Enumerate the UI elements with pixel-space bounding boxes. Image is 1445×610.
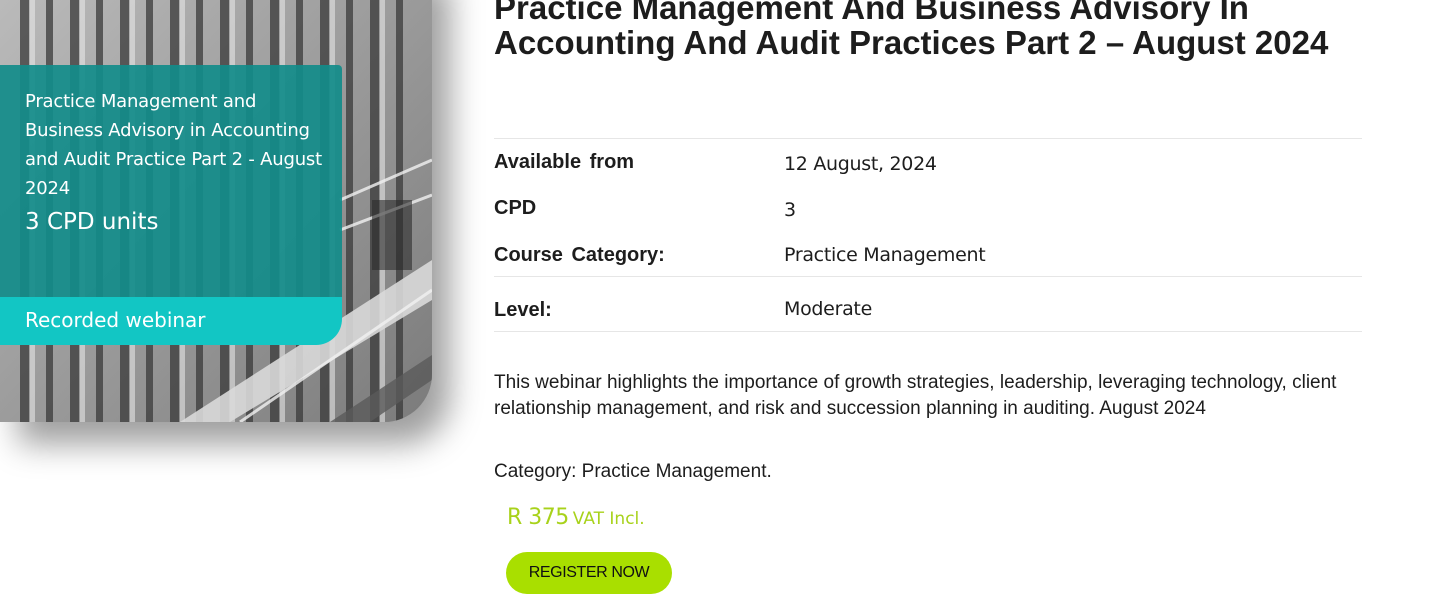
recorded-webinar-banner: Recorded webinar xyxy=(0,297,342,345)
divider xyxy=(494,331,1362,332)
level-value: Moderate xyxy=(784,298,872,320)
available-from-value: 12 August, 2024 xyxy=(784,153,937,175)
page-title: Practice Management And Business Advisor… xyxy=(494,0,1329,61)
price-vat-label: VAT Incl. xyxy=(572,509,645,529)
course-thumbnail: Practice Management and Business Advisor… xyxy=(0,0,432,422)
available-from-label: Available from xyxy=(494,151,635,173)
course-description: This webinar highlights the importance o… xyxy=(494,372,1337,419)
course-image-panel: Practice Management and Business Advisor… xyxy=(0,65,342,297)
register-now-button[interactable]: REGISTER NOW xyxy=(506,552,672,594)
category-line: Category: Practice Management. xyxy=(494,461,772,482)
divider xyxy=(494,138,1362,139)
banner-label: Recorded webinar xyxy=(25,308,206,332)
price-amount: R 375 xyxy=(507,505,569,530)
course-image-cpd: 3 CPD units xyxy=(25,209,159,235)
course-category-value: Practice Management xyxy=(784,244,986,266)
course-category-label: Course Category: xyxy=(494,244,665,266)
divider xyxy=(494,276,1362,277)
cpd-value: 3 xyxy=(784,199,796,221)
level-label: Level: xyxy=(494,299,552,321)
course-image-title: Practice Management and Business Advisor… xyxy=(25,91,322,199)
course-page: Practice Management and Business Advisor… xyxy=(0,0,1445,610)
price: R 375 VAT Incl. xyxy=(507,505,645,530)
cpd-label: CPD xyxy=(494,197,537,219)
